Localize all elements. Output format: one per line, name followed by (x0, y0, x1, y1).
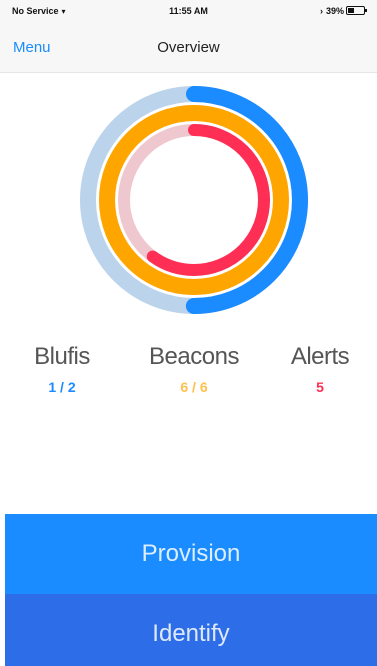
blufis-count: 1 / 2 (48, 379, 76, 395)
alerts-stat: Alerts 5 (250, 343, 377, 395)
beacons-label: Beacons (149, 343, 239, 370)
stats-row: Blufis 1 / 2 Beacons 6 / 6 Alerts 5 (0, 343, 377, 413)
alerts-label: Alerts (290, 343, 350, 370)
battery-status: › 39% (319, 6, 367, 16)
blufis-stat: Blufis 1 / 2 (0, 343, 132, 395)
bluetooth-icon: › (319, 6, 323, 16)
provision-button[interactable]: Provision (5, 514, 377, 594)
beacons-count: 6 / 6 (180, 379, 208, 395)
battery-level (348, 8, 354, 13)
beacons-stat: Beacons 6 / 6 (124, 343, 264, 395)
battery-icon (346, 6, 367, 15)
overview-screen: No Service ▾ 11:55 AM › 39% Menu Overview … (0, 0, 377, 666)
battery-percent: 39% (325, 6, 344, 16)
blufis-label: Blufis (34, 343, 90, 370)
alerts-count: 5 (316, 379, 324, 395)
beacons-ring-progress (99, 105, 289, 295)
status-bar: No Service ▾ 11:55 AM › 39% (0, 0, 377, 22)
status-rings (80, 86, 308, 314)
identify-button[interactable]: Identify (5, 594, 377, 666)
navigation-bar: Menu Overview (0, 22, 377, 73)
page-title: Overview (157, 39, 220, 56)
